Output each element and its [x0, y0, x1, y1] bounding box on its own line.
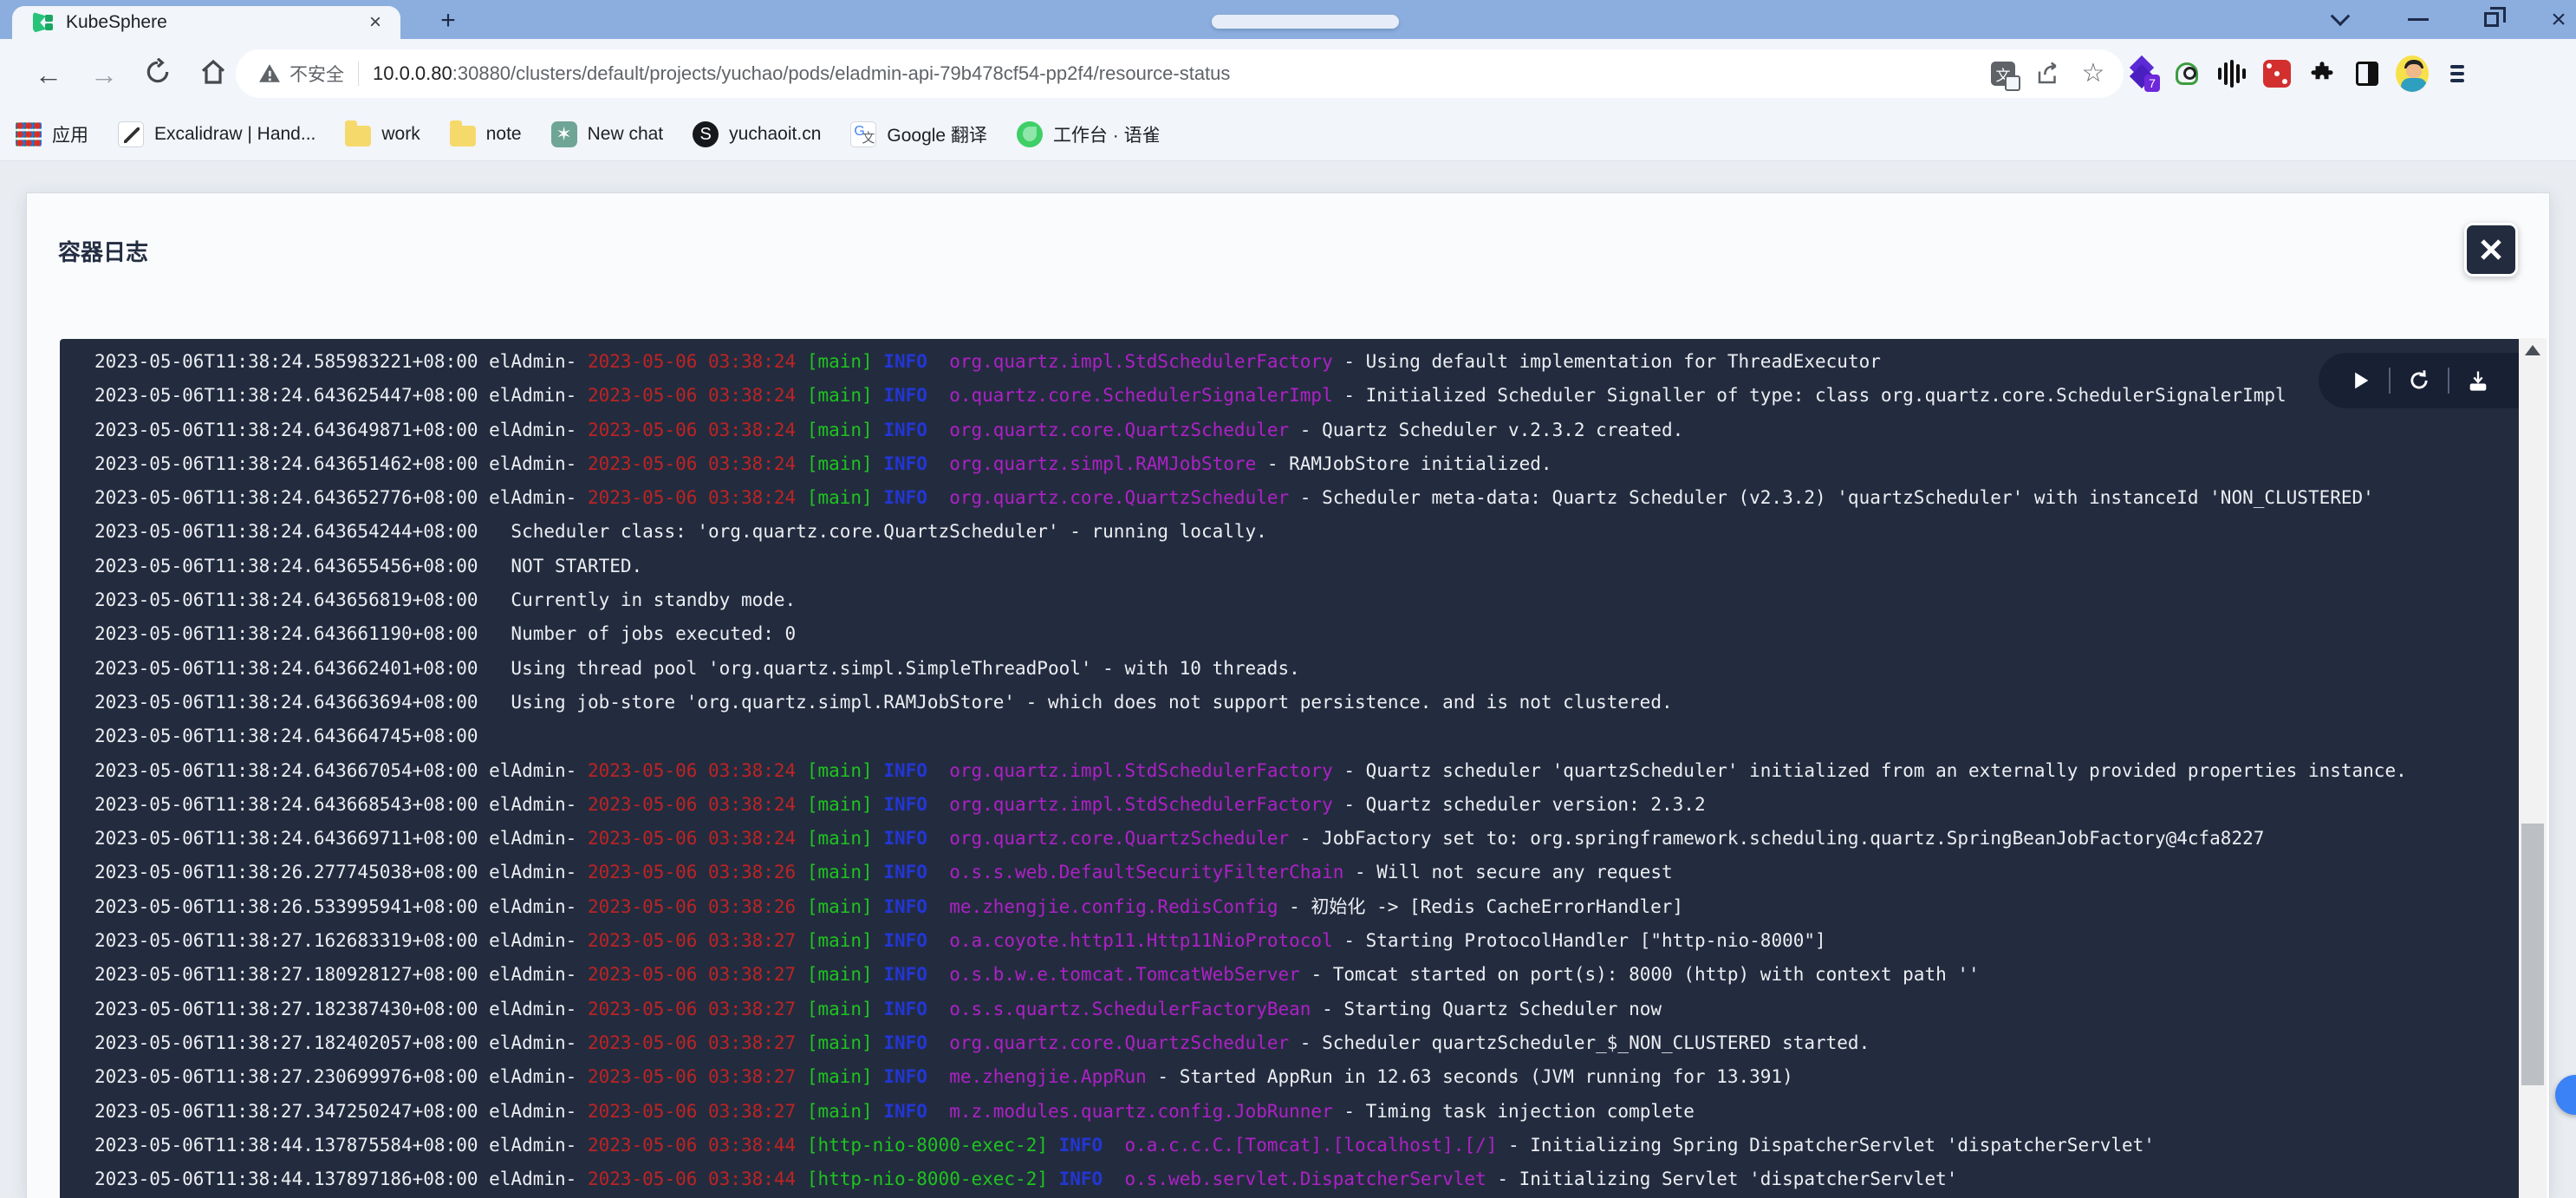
tab-title: KubeSphere — [66, 12, 167, 33]
log-line: 2023-05-06T11:38:27.182402057+08:00 elAd… — [94, 1026, 2407, 1060]
site-s-icon: S — [693, 121, 719, 147]
tab-close-icon[interactable]: × — [362, 10, 388, 36]
scrollbar-thumb[interactable] — [2521, 824, 2544, 1085]
bookmark-item[interactable]: Excalidraw | Hand... — [118, 121, 315, 147]
bookmark-label: yuchaoit.cn — [729, 124, 821, 145]
modal-close-button[interactable] — [2464, 223, 2518, 277]
yuque-icon — [1017, 121, 1043, 147]
log-line: 2023-05-06T11:38:24.643655456+08:00 NOT … — [94, 550, 2407, 583]
folder-icon — [345, 126, 371, 146]
tab-search-chevron-icon[interactable] — [2321, 0, 2359, 39]
log-line: 2023-05-06T11:38:24.643669711+08:00 elAd… — [94, 822, 2407, 856]
extensions-puzzle-icon[interactable] — [2306, 57, 2339, 90]
log-line: 2023-05-06T11:38:27.162683319+08:00 elAd… — [94, 924, 2407, 958]
log-line: 2023-05-06T11:38:27.230699976+08:00 elAd… — [94, 1060, 2407, 1094]
log-line: 2023-05-06T11:38:24.643661190+08:00 Numb… — [94, 617, 2407, 651]
translate-icon[interactable]: 文 — [1988, 59, 2018, 88]
log-panel[interactable]: 2023-05-06T11:38:24.585983221+08:00 elAd… — [60, 339, 2520, 1198]
new-tab-button[interactable]: + — [433, 7, 463, 36]
restore-button[interactable] — [2472, 0, 2510, 39]
log-lines: 2023-05-06T11:38:24.585983221+08:00 elAd… — [94, 345, 2407, 1198]
bookmark-item[interactable]: work — [345, 122, 420, 146]
apps-grid-icon — [16, 121, 42, 147]
play-button[interactable] — [2340, 361, 2380, 400]
window-drag-pill — [1212, 15, 1399, 29]
log-line: 2023-05-06T11:38:27.182387430+08:00 elAd… — [94, 993, 2407, 1026]
purple-extension-icon[interactable]: 7 — [2125, 57, 2158, 90]
extensions-row: 7 — [2125, 39, 2474, 108]
log-line: 2023-05-06T11:38:27.347250247+08:00 elAd… — [94, 1095, 2407, 1129]
log-line: 2023-05-06T11:38:24.643656819+08:00 Curr… — [94, 583, 2407, 617]
bookmark-label: Excalidraw | Hand... — [154, 124, 315, 145]
bookmark-item[interactable]: 应用 — [16, 121, 88, 147]
bookmark-label: 工作台 · 语雀 — [1053, 121, 1161, 147]
modal-title: 容器日志 — [58, 235, 148, 267]
side-panel-icon[interactable] — [2351, 57, 2384, 90]
address-bar[interactable]: 不安全 10.0.0.80:30880/clusters/default/pro… — [236, 49, 2124, 98]
log-scrollbar[interactable] — [2519, 338, 2547, 1198]
home-button[interactable] — [196, 58, 231, 93]
dice-extension-icon[interactable] — [2261, 57, 2293, 90]
share-icon[interactable] — [2033, 59, 2063, 88]
scrollbar-up-arrow-icon[interactable] — [2525, 345, 2540, 355]
bookmark-item[interactable]: Syuchaoit.cn — [693, 121, 821, 147]
log-line: 2023-05-06T11:38:24.643667054+08:00 elAd… — [94, 754, 2407, 788]
browser-titlebar: KubeSphere × + × — [0, 0, 2576, 39]
log-line: 2023-05-06T11:38:44.137875584+08:00 elAd… — [94, 1129, 2407, 1162]
excalidraw-icon — [118, 121, 144, 147]
log-line: 2023-05-06T11:38:24.643652776+08:00 elAd… — [94, 481, 2407, 515]
log-line: 2023-05-06T11:38:24.643664745+08:00 — [94, 719, 2407, 753]
minimize-button[interactable] — [2399, 0, 2437, 39]
extension-badge: 7 — [2144, 75, 2160, 92]
bookmark-label: New chat — [588, 124, 664, 145]
close-icon — [2478, 237, 2504, 263]
toolbar-divider — [2448, 368, 2449, 394]
log-line: 2023-05-06T11:38:24.643625447+08:00 elAd… — [94, 379, 2407, 413]
log-line: 2023-05-06T11:38:24.585983221+08:00 elAd… — [94, 345, 2407, 379]
log-line: 2023-05-06T11:38:26.277745038+08:00 elAd… — [94, 856, 2407, 889]
log-line: 2023-05-06T11:38:24.643662401+08:00 Usin… — [94, 652, 2407, 686]
bookmark-label: work — [381, 124, 420, 145]
bookmark-item[interactable]: note — [450, 122, 522, 146]
bookmark-label: note — [486, 124, 522, 145]
log-line: 2023-05-06T11:38:24.643663694+08:00 Usin… — [94, 686, 2407, 719]
bookmark-item[interactable]: 工作台 · 语雀 — [1017, 121, 1161, 147]
bookmark-label: Google 翻译 — [887, 121, 987, 147]
log-line: 2023-05-06T11:38:44.137897186+08:00 elAd… — [94, 1162, 2407, 1196]
browser-menu-icon[interactable] — [2441, 57, 2474, 90]
security-label[interactable]: 不安全 — [289, 61, 344, 87]
bookmarks-bar: 应用 Excalidraw | Hand... work note ✶ New chat S… — [0, 108, 2576, 161]
waveform-extension-icon[interactable] — [2215, 57, 2248, 90]
chatgpt-icon: ✶ — [551, 121, 577, 147]
bookmark-star-icon[interactable]: ☆ — [2078, 59, 2108, 88]
log-line: 2023-05-06T11:38:27.180928127+08:00 elAd… — [94, 958, 2407, 992]
bookmark-item[interactable]: Google 翻译 — [850, 121, 987, 147]
browser-tab[interactable]: KubeSphere × — [12, 6, 400, 39]
google-translate-icon — [850, 121, 876, 147]
close-window-button[interactable]: × — [2541, 0, 2576, 39]
kubesphere-favicon-icon — [31, 11, 54, 34]
folder-icon — [450, 126, 476, 146]
toolbar-divider — [2389, 368, 2391, 394]
profile-avatar[interactable] — [2396, 57, 2429, 90]
forward-button[interactable]: → — [87, 58, 121, 93]
log-line: 2023-05-06T11:38:24.643651462+08:00 elAd… — [94, 447, 2407, 481]
download-button[interactable] — [2458, 361, 2498, 400]
refresh-button[interactable] — [2399, 361, 2439, 400]
container-log-modal: 容器日志 2023-05-06T11:38:24.585983221+08:00… — [26, 192, 2550, 1198]
not-secure-warning-icon — [258, 62, 281, 85]
log-line: 2023-05-06T11:38:24.643668543+08:00 elAd… — [94, 788, 2407, 822]
url-text[interactable]: 10.0.0.80:30880/clusters/default/project… — [373, 62, 1230, 85]
log-toolbar — [2319, 353, 2520, 408]
url-separator — [358, 62, 359, 86]
log-line: 2023-05-06T11:38:24.643649871+08:00 elAd… — [94, 413, 2407, 447]
log-line: 2023-05-06T11:38:24.643654244+08:00 Sche… — [94, 515, 2407, 549]
person-extension-icon[interactable] — [2170, 57, 2203, 90]
bookmark-label: 应用 — [52, 121, 88, 147]
log-line: 2023-05-06T11:38:26.533995941+08:00 elAd… — [94, 890, 2407, 924]
bookmark-item[interactable]: ✶ New chat — [551, 121, 664, 147]
back-button[interactable]: ← — [31, 58, 66, 93]
reload-button[interactable] — [140, 58, 175, 93]
